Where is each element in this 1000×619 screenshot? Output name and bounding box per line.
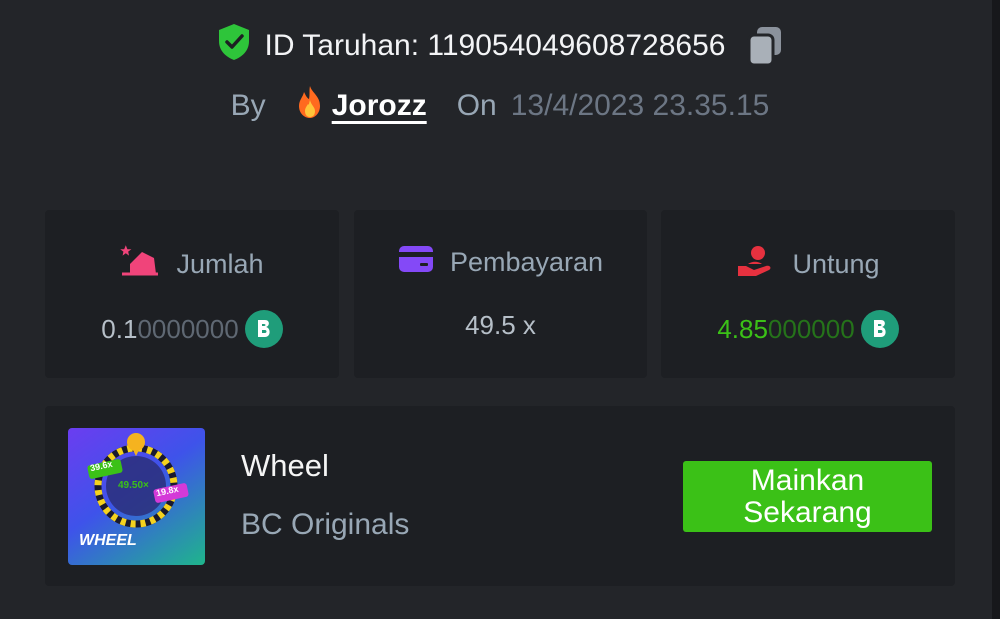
stat-label-profit: Untung: [792, 249, 880, 279]
bet-id-text: ID Taruhan: 119054049608728656: [264, 29, 726, 62]
stat-card-payout: Pembayaran 49.5 x: [354, 210, 647, 378]
play-now-button[interactable]: Mainkan Sekarang: [683, 461, 932, 532]
on-label: On: [456, 89, 497, 122]
thumb-multiplier-main: 49.50×: [118, 480, 149, 491]
username-text: Jorozz: [331, 89, 427, 122]
amount-value-trailing: 0000000: [137, 313, 239, 344]
fire-icon: [296, 85, 324, 127]
by-label: By: [230, 89, 266, 122]
bet-amount-icon: [120, 244, 160, 285]
stat-label-amount: Jumlah: [176, 249, 264, 279]
bet-id-row: ID Taruhan: 119054049608728656: [0, 24, 1000, 68]
username-link[interactable]: Jorozz: [296, 85, 427, 127]
verified-shield-icon: [217, 23, 251, 69]
bet-date: 13/4/2023 23.35.15: [510, 89, 770, 122]
bet-author-row: By Jorozz On 13/4/2023 23.35.15: [0, 84, 1000, 128]
bc-coin-icon: [244, 310, 283, 348]
stat-card-amount: Jumlah 0.10000000: [45, 210, 339, 378]
stat-card-profit: Untung 4.85000000: [661, 210, 955, 378]
stat-label-payout: Pembayaran: [449, 247, 604, 277]
payout-value: 49.5 x: [465, 310, 536, 340]
profit-value-main: 4.85: [717, 313, 768, 344]
card-icon: [398, 244, 434, 281]
bc-coin-icon: [860, 310, 899, 348]
thumb-game-name: WHEEL: [79, 532, 137, 549]
amount-value-main: 0.1: [101, 313, 138, 344]
game-thumbnail[interactable]: 39.6x 49.50× 19.8x WHEEL: [68, 428, 205, 565]
game-card: 39.6x 49.50× 19.8x WHEEL Wheel BC Origin…: [45, 406, 955, 586]
copy-icon[interactable]: [747, 26, 783, 66]
game-provider: BC Originals: [241, 508, 410, 541]
profit-value-trailing: 000000: [767, 313, 855, 344]
game-title[interactable]: Wheel: [241, 448, 329, 484]
profit-hand-icon: [736, 244, 776, 285]
